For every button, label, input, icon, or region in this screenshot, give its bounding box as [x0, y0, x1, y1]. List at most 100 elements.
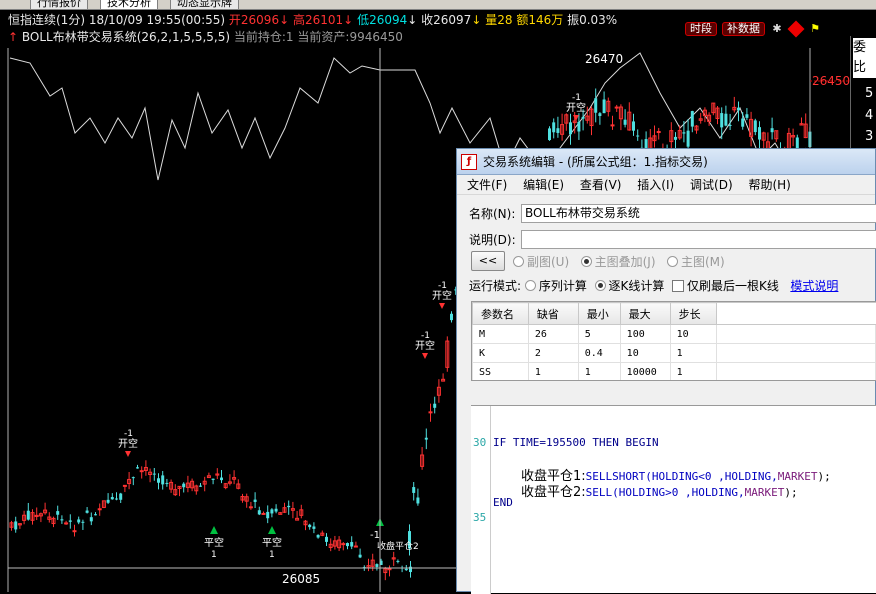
flag-icon[interactable]: ⚑	[808, 22, 822, 36]
display-options: 副图(U) 主图叠加(J) 主图(M)	[513, 253, 725, 271]
gear-icon[interactable]: ✱	[770, 22, 784, 36]
signal-label: 收盘平仓2	[377, 540, 419, 552]
candle	[598, 113, 602, 117]
radio-subchart[interactable]: 副图(U)	[513, 255, 569, 269]
candle	[404, 568, 408, 571]
code-editor[interactable]: 30 35 IF TIME=195500 THEN BEGIN 收盘平仓1:SE…	[471, 405, 876, 594]
fill-data-button[interactable]: 补数据	[722, 22, 765, 36]
candle	[308, 524, 312, 528]
candle	[119, 493, 123, 500]
dialog-title: 交易系统编辑 - (所属公式组：1.指标交易)	[483, 155, 708, 169]
signal-label: -1	[421, 331, 430, 341]
param-header: 最大	[619, 302, 671, 325]
buy-signal-icon	[210, 526, 218, 534]
candle	[690, 111, 694, 127]
arrow-down-icon: ↓	[407, 13, 418, 27]
tab-dynamic[interactable]: 动态显示牌	[170, 0, 239, 10]
param-header: 参数名	[472, 302, 529, 325]
name-input[interactable]: BOLL布林带交易系统	[521, 204, 876, 223]
run-mode-row: 运行模式: 序列计算 逐K线计算 仅刷最后一根K线 模式说明	[469, 277, 838, 295]
radio-mainchart[interactable]: 主图(M)	[666, 255, 725, 269]
menu-debug[interactable]: 调试(D)	[690, 178, 733, 192]
candle	[110, 497, 114, 500]
dialog-menubar: 文件(F) 编辑(E) 查看(V) 插入(I) 调试(D) 帮助(H)	[457, 175, 875, 195]
candle	[85, 510, 89, 513]
tab-quotes[interactable]: 行情报价	[30, 0, 88, 10]
ratio-level: 4	[865, 108, 874, 123]
low-price-label: 26085	[282, 572, 321, 586]
candle	[396, 560, 400, 562]
parameter-table: 参数名 缺省 最小 最大 步长 M 26 5 100 10 K 2 0.4 10 1 SS 1 1 1…	[471, 301, 876, 381]
radio-bar-calc[interactable]: 逐K线计算	[594, 279, 664, 293]
candle	[72, 530, 77, 533]
candle	[720, 113, 724, 128]
candle	[375, 564, 379, 567]
mode-help-link[interactable]: 模式说明	[790, 279, 838, 293]
candle	[623, 119, 627, 125]
arrow-down-icon: ↓	[471, 13, 482, 27]
current-assets: 当前资产:9946450	[297, 30, 403, 44]
candle	[602, 99, 606, 114]
signal-label: -1	[370, 530, 380, 541]
candle	[64, 522, 69, 525]
candle	[737, 107, 740, 111]
candle	[94, 514, 97, 516]
signal-label: 开空	[432, 289, 452, 302]
signal-label: 平空	[204, 536, 224, 549]
candle	[614, 106, 619, 109]
candle	[428, 411, 433, 414]
dialog-titlebar[interactable]: ƒ 交易系统编辑 - (所属公式组：1.指标交易)	[457, 149, 875, 175]
param-header: 缺省	[527, 302, 579, 325]
param-header: 步长	[669, 302, 717, 325]
order-ratio-label: 委比	[853, 38, 876, 78]
candle	[450, 313, 453, 321]
high-price-label: 26470	[585, 52, 624, 66]
period-button[interactable]: 时段	[685, 22, 717, 36]
code-line: END	[493, 496, 513, 509]
collapse-button[interactable]: <<	[471, 251, 505, 271]
arrow-down-icon: ↓	[343, 13, 354, 27]
candle	[253, 499, 257, 502]
menu-view[interactable]: 查看(V)	[580, 178, 622, 192]
candle	[220, 477, 223, 481]
arrow-down-icon: ↓	[279, 13, 290, 27]
candle	[416, 497, 420, 504]
amount: 额146万	[516, 13, 564, 27]
menu-edit[interactable]: 编辑(E)	[523, 178, 564, 192]
description-input[interactable]	[521, 230, 876, 249]
last-bar-checkbox[interactable]: 仅刷最后一根K线	[672, 279, 779, 293]
candle	[89, 517, 93, 522]
candle	[316, 534, 320, 538]
radio-overlay[interactable]: 主图叠加(J)	[580, 255, 656, 269]
menu-insert[interactable]: 插入(I)	[637, 178, 674, 192]
candle	[745, 114, 749, 118]
candle	[346, 543, 349, 547]
code-line: IF TIME=195500 THEN BEGIN	[493, 436, 659, 449]
code-line: 收盘平仓2:SELL(HOLDING>0 ,HOLDING,MARKET);	[521, 485, 798, 500]
top-tab-strip: 行情报价 技术分析 动态显示牌	[0, 0, 876, 10]
table-row[interactable]: K 2 0.4 10 1	[472, 343, 876, 363]
menu-help[interactable]: 帮助(H)	[748, 178, 790, 192]
candle	[270, 509, 274, 514]
signal-label: 1	[211, 550, 217, 560]
candle	[753, 120, 757, 133]
candle	[341, 543, 346, 546]
candle	[728, 124, 732, 126]
radio-series-calc[interactable]: 序列计算	[524, 279, 587, 293]
table-row[interactable]: SS 1 1 10000 1	[472, 362, 876, 380]
candle	[106, 499, 110, 503]
candle	[287, 505, 291, 508]
close-price: 收26097	[421, 13, 472, 27]
signal-label: 1	[269, 550, 275, 560]
line-number: 30	[473, 436, 487, 449]
candle	[552, 122, 556, 133]
line-number-gutter: 30 35	[471, 406, 491, 594]
candle	[199, 485, 202, 487]
tab-technical[interactable]: 技术分析	[100, 0, 158, 10]
table-row[interactable]: M 26 5 100 10	[472, 324, 876, 344]
run-mode-label: 运行模式:	[469, 279, 522, 293]
arrow-up-icon: ↑	[8, 30, 19, 44]
candle	[56, 511, 60, 515]
candle	[165, 482, 169, 484]
menu-file[interactable]: 文件(F)	[467, 178, 507, 192]
